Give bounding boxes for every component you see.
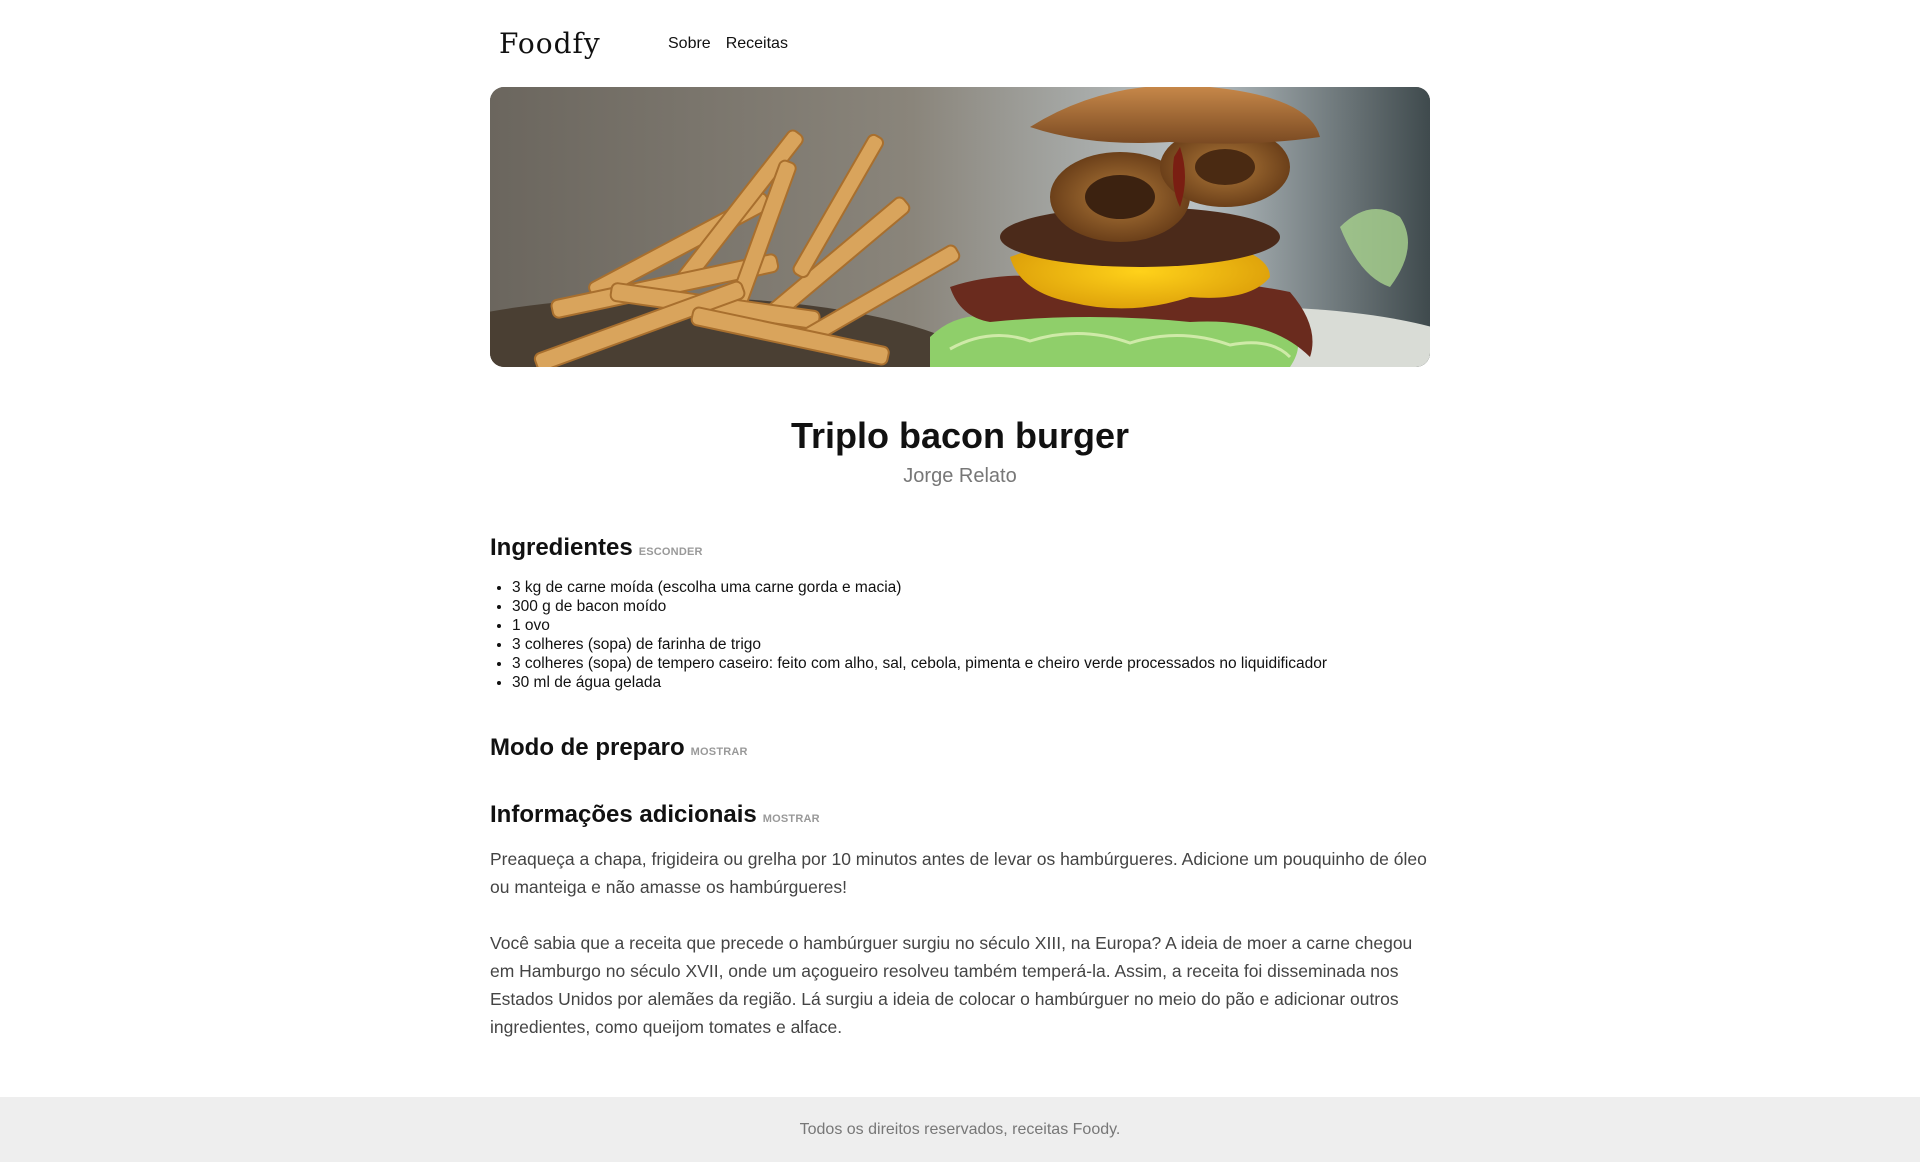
info-text: Preaqueça a chapa, frigideira ou grelha … [490, 845, 1430, 1041]
recipe-author: Jorge Relato [903, 465, 1017, 487]
recipe-title: Triplo bacon burger [790, 415, 1130, 456]
recipe-content: Ingredientes ESCONDER 3 kg de carne moíd… [490, 532, 1430, 1069]
recipe-hero-image [490, 87, 1430, 367]
site-footer: Todos os direitos reservados, receitas F… [0, 1097, 1920, 1162]
ingredient-item: 3 kg de carne moída (escolha uma carne g… [512, 578, 1430, 597]
info-toggle-button[interactable]: MOSTRAR [763, 813, 820, 825]
info-title: Informações adicionais [490, 801, 757, 828]
ingredient-item: 3 colheres (sopa) de tempero caseiro: fe… [512, 654, 1430, 673]
preparation-heading: Modo de preparo MOSTRAR [490, 732, 1430, 764]
ingredient-item: 30 ml de água gelada [512, 673, 1430, 692]
site-header: Foodfy Sobre Receitas [490, 0, 1430, 87]
ingredients-title: Ingredientes [490, 534, 633, 561]
ingredients-toggle-button[interactable]: ESCONDER [639, 546, 703, 558]
ingredient-item: 3 colheres (sopa) de farinha de trigo [512, 635, 1430, 654]
recipe-title-block: Triplo bacon burger Jorge Relato [490, 410, 1430, 490]
info-section: Informações adicionais MOSTRAR Preaqueça… [490, 799, 1430, 1041]
nav-link-sobre[interactable]: Sobre [668, 35, 711, 53]
preparation-section: Modo de preparo MOSTRAR [490, 732, 1430, 764]
recipe-page: Foodfy Sobre Receitas Triplo bacon burge… [0, 0, 1920, 1162]
ingredient-item: 1 ovo [512, 616, 1430, 635]
ingredients-list: 3 kg de carne moída (escolha uma carne g… [490, 578, 1430, 692]
main-nav: Sobre Receitas [668, 35, 788, 53]
info-heading: Informações adicionais MOSTRAR [490, 799, 1430, 831]
footer-text: Todos os direitos reservados, receitas F… [799, 1120, 1121, 1138]
nav-link-receitas[interactable]: Receitas [726, 35, 788, 53]
ingredients-section: Ingredientes ESCONDER 3 kg de carne moíd… [490, 532, 1430, 692]
site-logo[interactable]: Foodfy [499, 27, 668, 60]
ingredient-item: 300 g de bacon moído [512, 597, 1430, 616]
burger-photo-illustration [490, 87, 1430, 367]
preparation-toggle-button[interactable]: MOSTRAR [691, 746, 748, 758]
ingredients-heading: Ingredientes ESCONDER [490, 532, 1430, 564]
info-paragraph: Você sabia que a receita que precede o h… [490, 933, 1413, 1037]
preparation-title: Modo de preparo [490, 734, 685, 761]
info-paragraph: Preaqueça a chapa, frigideira ou grelha … [490, 849, 1427, 897]
